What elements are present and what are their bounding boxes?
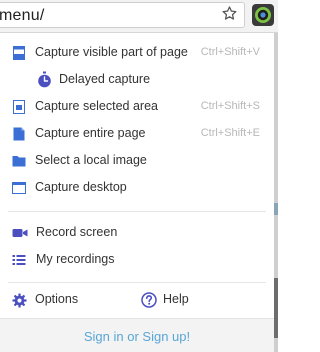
folder-icon: [12, 156, 26, 167]
options-label: Options: [35, 292, 79, 306]
capture-entire-item[interactable]: Capture entire page Ctrl+Shift+E: [0, 122, 274, 146]
local-image-item[interactable]: Select a local image: [0, 149, 274, 173]
record-screen-item[interactable]: Record screen: [0, 221, 274, 245]
delayed-capture-item[interactable]: Delayed capture: [0, 68, 274, 92]
capture-desktop-label: Capture desktop: [35, 180, 127, 194]
help-circle-icon: [141, 292, 157, 308]
popup-footer: Sign in or Sign up!: [0, 318, 274, 352]
address-bar[interactable]: menu/: [0, 2, 245, 28]
delayed-capture-label: Delayed capture: [59, 72, 151, 86]
my-recordings-label: My recordings: [36, 252, 115, 266]
address-text: menu/: [0, 7, 45, 24]
capture-visible-label: Capture visible part of page: [35, 45, 188, 59]
capture-visible-item[interactable]: Capture visible part of page Ctrl+Shift+…: [0, 41, 274, 65]
menu-divider: [8, 282, 266, 283]
capture-entire-label: Capture entire page: [35, 126, 146, 140]
browser-toolbar: menu/: [0, 0, 278, 33]
help-item[interactable]: Help: [138, 288, 258, 312]
capture-visible-shortcut: Ctrl+Shift+V: [200, 46, 260, 58]
awesome-screenshot-extension-icon[interactable]: [252, 4, 274, 26]
capture-entire-shortcut: Ctrl+Shift+E: [200, 127, 260, 139]
page-visible-icon: [13, 46, 25, 60]
capture-area-label: Capture selected area: [35, 99, 158, 113]
help-label: Help: [163, 292, 189, 306]
extension-popup-menu: Capture visible part of page Ctrl+Shift+…: [0, 33, 274, 352]
capture-area-item[interactable]: Capture selected area Ctrl+Shift+S: [0, 95, 274, 119]
desktop-window-icon: [12, 182, 26, 194]
timer-icon: [38, 71, 51, 88]
page-background-strip: [274, 33, 278, 352]
capture-desktop-item[interactable]: Capture desktop: [0, 176, 274, 200]
sign-in-link[interactable]: Sign in or Sign up!: [0, 329, 274, 344]
options-item[interactable]: Options: [0, 288, 120, 312]
list-icon: [12, 255, 26, 265]
record-screen-label: Record screen: [36, 225, 118, 239]
video-camera-icon: [12, 229, 28, 237]
local-image-label: Select a local image: [35, 153, 147, 167]
gear-icon: [12, 293, 27, 308]
capture-area-shortcut: Ctrl+Shift+S: [200, 100, 260, 112]
bookmark-star-icon[interactable]: [221, 5, 238, 22]
full-page-icon: [13, 127, 25, 141]
menu-divider: [8, 211, 266, 212]
my-recordings-item[interactable]: My recordings: [0, 248, 274, 272]
selection-icon: [13, 100, 25, 114]
